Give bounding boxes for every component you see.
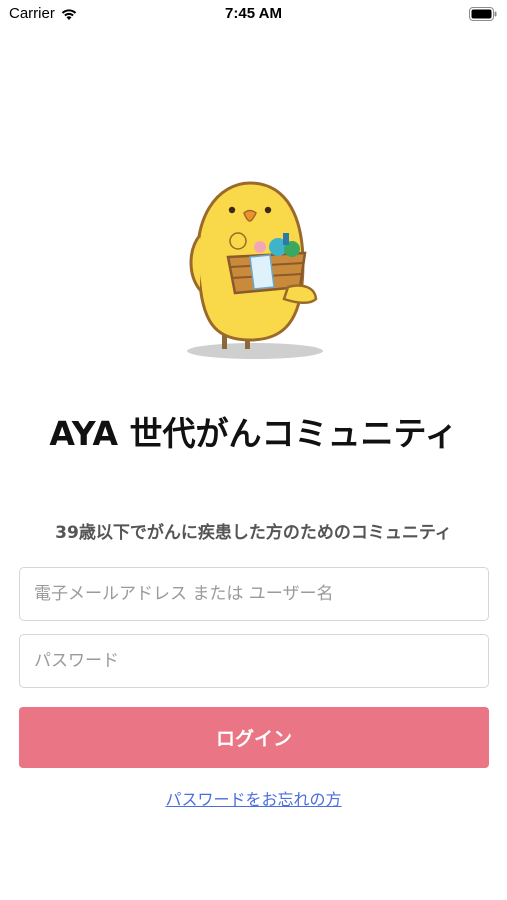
battery-icon: [469, 7, 497, 21]
app-subtitle: 39歳以下でがんに疾患した方のためのコミュニティ: [55, 523, 452, 543]
status-bar: Carrier 7:45 AM: [0, 0, 507, 30]
password-input[interactable]: [19, 634, 489, 688]
chick-mascot-icon: [187, 181, 323, 359]
app-title: AYA 世代がんコミュニティ: [49, 414, 458, 453]
email-or-username-input[interactable]: [19, 567, 489, 621]
status-time: 7:45 AM: [225, 5, 282, 22]
forgot-password-link[interactable]: パスワードをお忘れの方: [0, 786, 507, 810]
login-screen: Carrier 7:45 AM AYA 世代がんコミュニティ 39歳以下でがんに…: [0, 0, 507, 900]
login-button[interactable]: ログイン: [19, 707, 489, 768]
